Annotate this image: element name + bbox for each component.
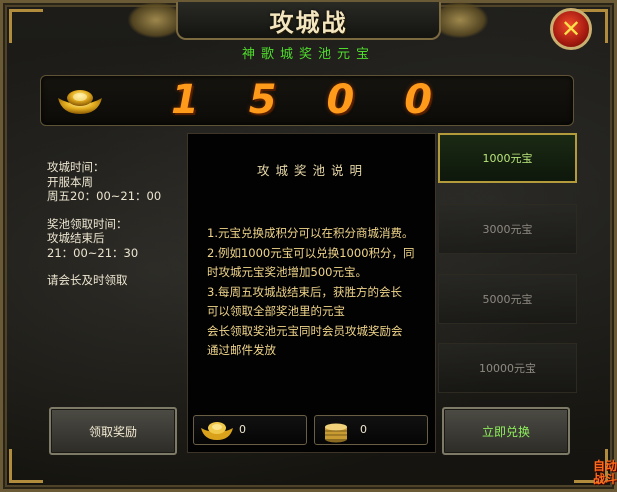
option-3000-ingots[interactable]: 3000元宝: [438, 204, 577, 254]
rules-line: 2.例如1000元宝可以兑换1000积分，同: [207, 245, 415, 260]
prize-pool-amount: 1 5 0 0: [171, 77, 451, 123]
rules-panel: 攻城奖池说明 1.元宝兑换成积分可以在积分商城消费。 2.例如1000元宝可以兑…: [187, 133, 436, 453]
option-5000-ingots[interactable]: 5000元宝: [438, 274, 577, 324]
coin-stack-icon: [325, 423, 347, 443]
rules-line: 3.每周五攻城战结束后，获胜方的会长: [207, 284, 402, 299]
claim-reminder: 请会长及时领取: [47, 273, 128, 287]
claim-time-line1: 攻城结束后: [47, 231, 105, 245]
coin-counter: 0: [314, 415, 428, 445]
title-bar: 攻城战: [176, 2, 441, 40]
exchange-now-button[interactable]: 立即兑换: [442, 407, 570, 455]
schedule-info: 攻城时间： 开服本周 周五20：00~21：00 奖池领取时间： 攻城结束后 2…: [47, 160, 161, 288]
claim-reward-button[interactable]: 领取奖励: [49, 407, 177, 455]
close-icon: ✕: [560, 15, 582, 43]
ingot-counter: 0: [193, 415, 307, 445]
prize-pool-bar: 1 5 0 0: [40, 75, 574, 126]
siege-time-line1: 开服本周: [47, 174, 93, 189]
rules-line: 1.元宝兑换成积分可以在积分商城消费。: [207, 226, 414, 240]
gold-ingot-icon: [201, 422, 233, 440]
window-title: 攻城战: [269, 7, 348, 37]
siege-time-line2: 周五20：00~21：00: [47, 189, 162, 203]
rules-text: 1.元宝兑换成积分可以在积分商城消费。 2.例如1000元宝可以兑换1000积分…: [207, 224, 435, 361]
option-label: 3000元宝: [482, 223, 533, 236]
frame-corner-ornament: [9, 449, 43, 483]
rules-line: 通过邮件发放: [207, 343, 276, 357]
ingot-count: 0: [239, 423, 246, 436]
claim-time-line2: 21：00~21：30: [47, 245, 139, 260]
gold-ingot-icon: [58, 90, 102, 114]
option-label: 5000元宝: [482, 293, 533, 306]
option-label: 10000元宝: [479, 362, 536, 375]
rules-line: 时攻城元宝奖池增加500元宝。: [207, 265, 367, 279]
claim-time-label: 奖池领取时间：: [47, 216, 128, 231]
auto-battle-logo: 自动 战斗: [592, 459, 617, 486]
option-1000-ingots[interactable]: 1000元宝: [438, 133, 577, 183]
prize-pool-subtitle: 神歌城奖池元宝: [241, 47, 375, 62]
siege-time-label: 攻城时间：: [47, 160, 105, 174]
rules-line: 可以领取全部奖池里的元宝: [207, 304, 345, 318]
frame-corner-ornament: [9, 9, 43, 43]
option-label: 1000元宝: [482, 152, 533, 165]
rules-title: 攻城奖池说明: [256, 163, 368, 178]
rules-line: 会长领取奖池元宝同时会员攻城奖励会: [207, 323, 403, 338]
option-10000-ingots[interactable]: 10000元宝: [438, 343, 577, 393]
coin-count: 0: [360, 423, 367, 436]
